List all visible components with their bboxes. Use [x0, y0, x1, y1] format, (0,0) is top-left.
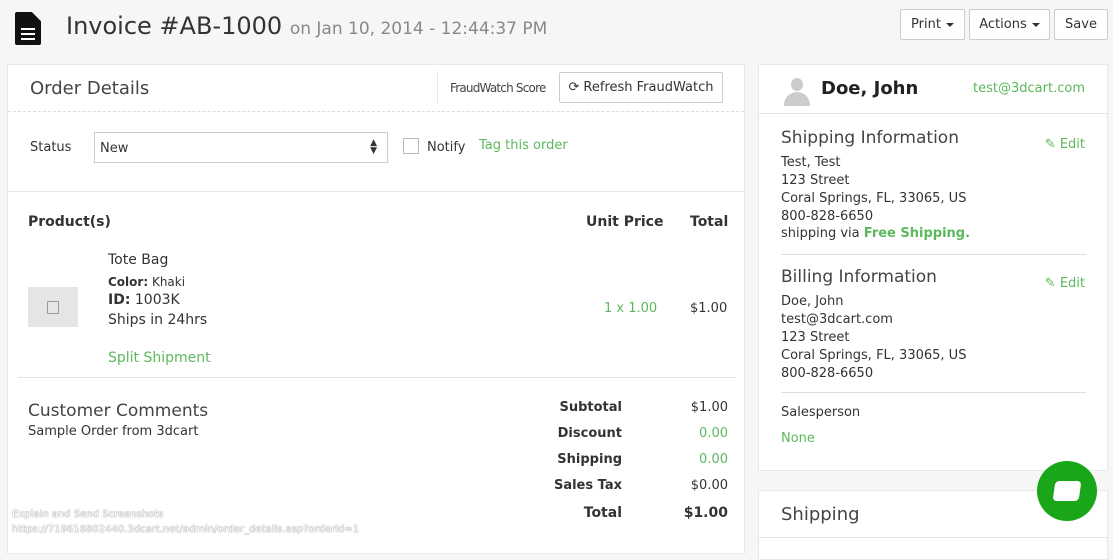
chat-button[interactable]: [1037, 461, 1097, 521]
shipping-panel-title: Shipping: [781, 504, 860, 525]
total-value: $0.00: [690, 478, 728, 493]
customer-email[interactable]: test@3dcart.com: [973, 81, 1085, 96]
salesperson-label: Salesperson: [781, 405, 861, 420]
save-button[interactable]: Save: [1054, 9, 1108, 40]
total-label: Sales Tax: [553, 478, 622, 493]
address-line: 123 Street: [781, 173, 850, 188]
total-label: Shipping: [557, 452, 622, 467]
shipping-edit-link[interactable]: ✎ Edit: [1045, 137, 1085, 152]
avatar: [783, 78, 811, 106]
product-color: Color: Khaki: [108, 275, 186, 289]
status-select[interactable]: New ▲ ▼: [94, 132, 388, 163]
actions-button[interactable]: Actions: [969, 9, 1050, 40]
total-value: 0.00: [699, 452, 728, 467]
fraudwatch-score: FraudWatch Score: [450, 81, 546, 95]
print-button[interactable]: Print: [900, 9, 965, 40]
split-shipment-link[interactable]: Split Shipment: [108, 350, 211, 366]
tag-order-link[interactable]: Tag this order: [479, 138, 568, 153]
customer-name: Doe, John: [821, 78, 919, 99]
page-title: Invoice #AB-1000 on Jan 10, 2014 - 12:44…: [66, 12, 548, 40]
salesperson-value[interactable]: None: [781, 431, 815, 446]
product-ships: Ships in 24hrs: [108, 312, 208, 328]
col-total: Total: [690, 214, 729, 230]
order-details-title: Order Details: [30, 78, 150, 99]
address-line: Coral Springs, FL, 33065, US: [781, 348, 967, 363]
product-name[interactable]: Tote Bag: [108, 252, 168, 268]
shipping-via: shipping via Free Shipping.: [781, 226, 971, 241]
line-total: $1.00: [690, 301, 728, 316]
customer-panel: Doe, John test@3dcart.com Shipping Infor…: [758, 64, 1108, 471]
pencil-icon: ✎: [1044, 137, 1056, 152]
refresh-fraudwatch-button[interactable]: ⟳ Refresh FraudWatch: [559, 72, 723, 103]
address-line: Test, Test: [781, 155, 841, 170]
overlay-url: https://719616802440.3dcart.net/admin/or…: [12, 524, 360, 535]
document-icon: [15, 12, 41, 45]
product-thumbnail[interactable]: [28, 287, 78, 327]
shipping-address: Test, Test 123 Street Coral Springs, FL, 3…: [781, 154, 966, 226]
col-products: Product(s): [28, 214, 111, 230]
chat-icon: [1052, 481, 1082, 501]
address-line: Coral Springs, FL, 33065, US: [781, 191, 967, 206]
order-details-panel: Order Details FraudWatch Score ⟳ Refresh …: [7, 64, 745, 554]
notify-label: Notify: [427, 140, 466, 155]
address-line: test@3dcart.com: [781, 312, 893, 327]
billing-address: Doe, John test@3dcart.com 123 Street Coral …: [781, 293, 966, 383]
unit-price[interactable]: 1 x 1.00: [604, 301, 657, 316]
billing-edit-link[interactable]: ✎ Edit: [1045, 276, 1085, 291]
address-line: 800-828-6650: [781, 209, 874, 224]
total-label: Discount: [557, 426, 622, 441]
address-line: 800-828-6650: [781, 366, 874, 381]
pencil-icon: ✎: [1044, 276, 1056, 291]
refresh-icon: ⟳: [568, 80, 580, 95]
comments-title: Customer Comments: [28, 401, 209, 421]
comments-text: Sample Order from 3dcart: [28, 424, 199, 439]
total-label: Total: [583, 505, 622, 521]
address-line: Doe, John: [781, 294, 844, 309]
total-label: Subtotal: [559, 400, 622, 415]
billing-info-title: Billing Information: [781, 267, 937, 287]
total-value: $1.00: [683, 505, 728, 521]
total-value: $1.00: [690, 400, 728, 415]
status-label: Status: [30, 140, 72, 155]
address-line: 123 Street: [781, 330, 850, 345]
notify-checkbox[interactable]: [403, 138, 419, 154]
bag-icon: [47, 300, 59, 314]
total-value: 0.00: [699, 426, 728, 441]
col-unit-price: Unit Price: [586, 214, 664, 230]
product-id: ID: 1003K: [108, 292, 180, 308]
overlay-title: Explain and Send Screenshots: [12, 509, 164, 520]
screenshot-overlay: Explain and Send Screenshots https://719…: [12, 507, 359, 537]
shipping-info-title: Shipping Information: [781, 128, 959, 148]
